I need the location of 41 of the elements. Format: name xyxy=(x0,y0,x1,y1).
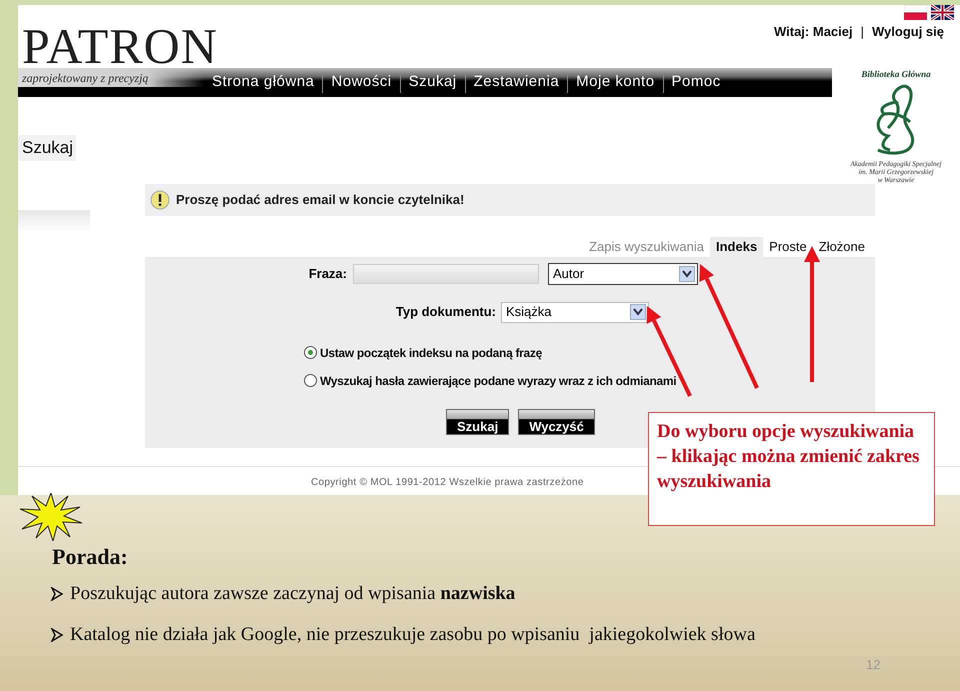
search-tab[interactable]: Indeks xyxy=(710,236,764,256)
logout-link[interactable]: Wyloguj się xyxy=(872,22,944,42)
form-button[interactable]: Wyczyść xyxy=(518,408,595,434)
logo-title: PATRON xyxy=(21,17,218,68)
greeting-text: Witaj: Maciej xyxy=(774,23,853,41)
logo-tagline: zaprojektowany z precyzją xyxy=(18,68,204,87)
doctype-label: Typ dokumentu: xyxy=(394,303,497,322)
page-title: Szukaj xyxy=(18,135,76,160)
arrow-bullet-icon xyxy=(50,628,64,642)
polish-flag-icon[interactable] xyxy=(904,5,927,20)
radio-label: Wyszukaj hasła zawierające podane wyrazy wraz z ich odmianami xyxy=(320,372,676,390)
radio-button[interactable] xyxy=(304,374,317,387)
search-tab[interactable]: Złożone xyxy=(812,236,871,256)
arrow-bullet-icon xyxy=(50,587,64,602)
nav-link[interactable]: Moje konto xyxy=(568,71,663,94)
tip-bullet: Poszukując autora zawsze zaczynaj od wpisania nazwiska xyxy=(70,582,516,606)
sidebar-decoration xyxy=(18,210,90,232)
separator: | xyxy=(860,23,864,41)
nav-link[interactable]: Pomoc xyxy=(664,71,729,94)
field-select[interactable]: Autor xyxy=(548,262,698,284)
tip-title: Porada: xyxy=(52,544,129,570)
warning-icon xyxy=(150,190,170,210)
nav-link[interactable]: Nowości xyxy=(323,71,400,94)
tip-bullet: Katalog nie działa jak Google, nie przeszukuje zasobu po wpisaniu jakiegokolwiek słowa xyxy=(70,622,756,646)
copyright-text: Copyright © MOL 1991-2012 Wszelkie prawa zastrzeżone xyxy=(311,476,584,488)
slide-number: 12 xyxy=(866,656,880,674)
starburst-icon xyxy=(20,493,82,541)
library-title: Biblioteka Główna xyxy=(861,68,931,81)
phrase-field[interactable] xyxy=(353,264,539,284)
radio-button[interactable] xyxy=(304,346,317,359)
radio-label: Ustaw początek indeksu na podaną frazę xyxy=(320,344,542,362)
nav-link[interactable]: Szukaj xyxy=(400,71,465,94)
search-tab[interactable]: Proste xyxy=(763,236,813,256)
nav-link[interactable]: Zestawienia xyxy=(466,71,568,94)
nav-link[interactable]: Strona główna xyxy=(204,71,322,94)
callout-text: Do wyboru opcje wyszukiwania – klikając można zmienić zakres wyszukiwania xyxy=(657,421,920,492)
form-button[interactable]: Szukaj xyxy=(446,408,510,434)
alert-text: Proszę podać adres email w koncie czytelnika! xyxy=(176,190,464,209)
british-flag-icon[interactable] xyxy=(931,5,954,20)
doctype-select[interactable]: Książka xyxy=(501,302,649,322)
phrase-label: Fraza: xyxy=(308,264,348,283)
